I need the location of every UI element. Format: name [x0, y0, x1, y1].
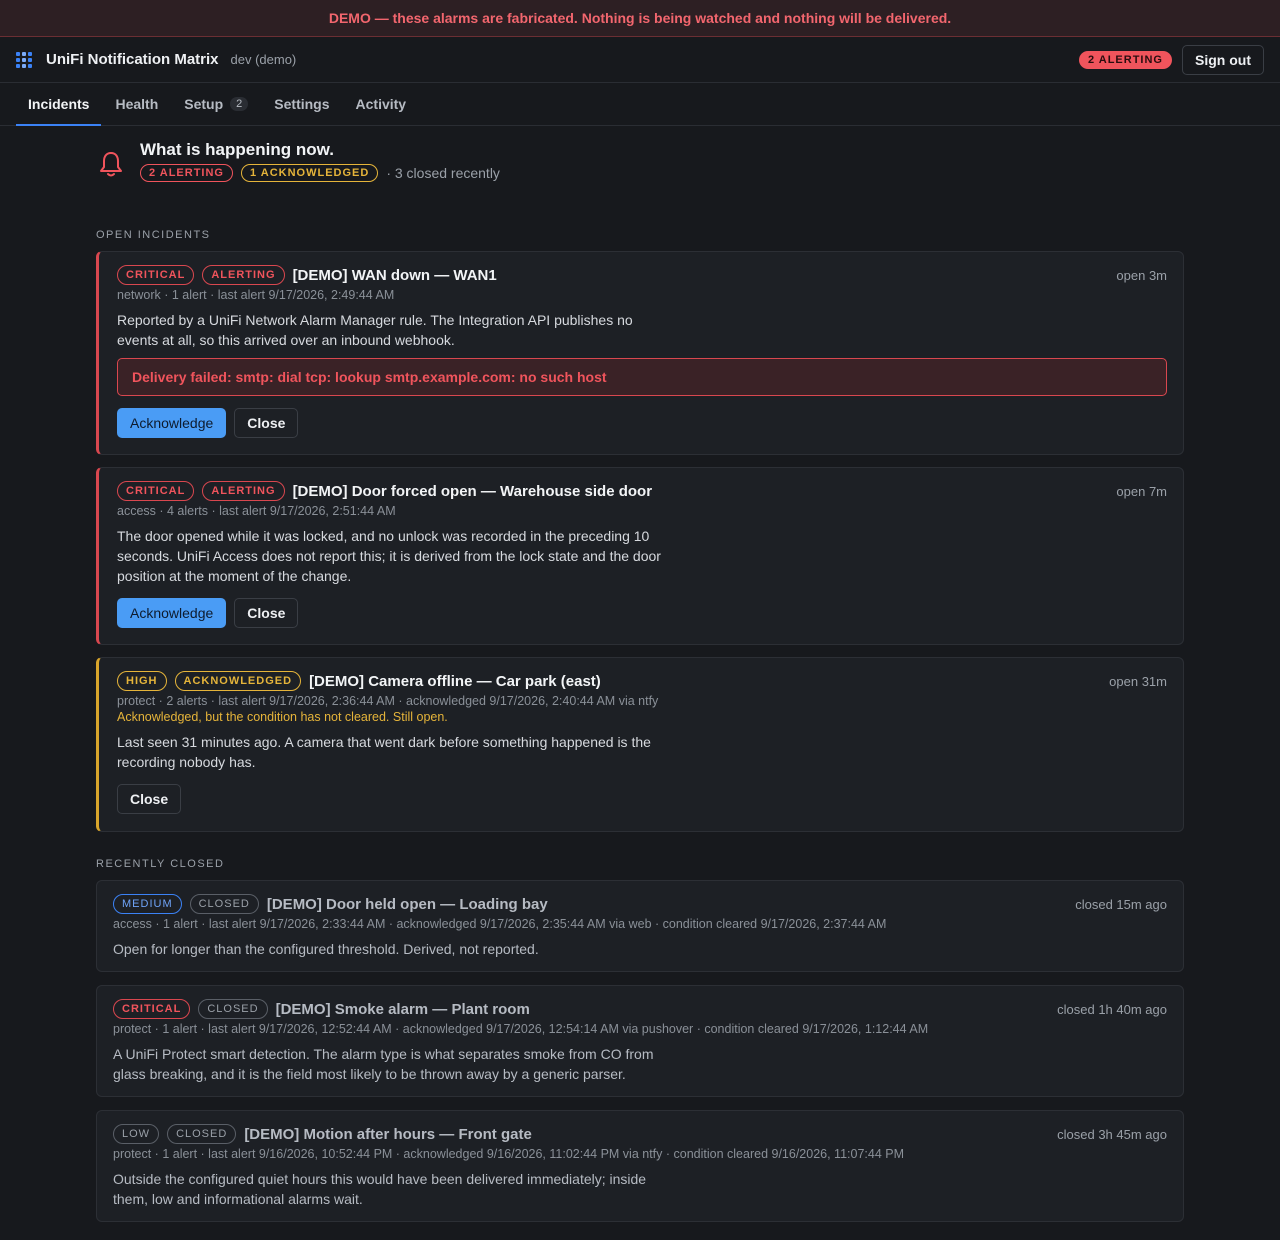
summary-title: What is happening now.: [140, 140, 334, 159]
incident-meta: network · 1 alert · last alert 9/17/2026…: [117, 288, 395, 302]
incident-meta: access · 1 alert · last alert 9/17/2026,…: [113, 917, 887, 931]
status-summary: What is happening now. 2 ALERTING 1 ACKN…: [96, 140, 1184, 200]
app-logo-icon: [16, 51, 32, 68]
acknowledge-button[interactable]: Acknowledge: [117, 408, 227, 438]
incident-card: CRITICAL ALERTING [DEMO] WAN down — WAN1…: [96, 251, 1184, 455]
tab-label: Health: [115, 96, 159, 112]
bell-icon: [98, 150, 126, 181]
state-badge: CLOSED: [198, 999, 268, 1019]
open-incidents-heading: OPEN INCIDENTS: [96, 229, 211, 241]
environment-label: dev (demo): [230, 52, 297, 67]
tab-label: Settings: [274, 96, 330, 112]
sign-out-button[interactable]: Sign out: [1182, 44, 1264, 75]
tab-label: Incidents: [28, 96, 90, 112]
alerting-summary-badge: 2 ALERTING: [140, 164, 233, 182]
tab-count-badge: 2: [230, 97, 249, 111]
closed-incident-card: LOW CLOSED [DEMO] Motion after hours — F…: [96, 1110, 1184, 1222]
incident-title: [DEMO] Motion after hours — Front gate: [244, 1125, 532, 1143]
incident-meta: protect · 2 alerts · last alert 9/17/202…: [117, 694, 659, 708]
incident-description: Last seen 31 minutes ago. A camera that …: [117, 734, 651, 770]
incident-description: Reported by a UniFi Network Alarm Manage…: [117, 312, 633, 348]
incident-title: [DEMO] Smoke alarm — Plant room: [275, 1000, 530, 1018]
state-badge: ALERTING: [202, 481, 285, 501]
acknowledged-summary-badge: 1 ACKNOWLEDGED: [241, 164, 379, 182]
incidents-page: What is happening now. 2 ALERTING 1 ACKN…: [96, 140, 1184, 1222]
tab-setup[interactable]: Setup 2: [172, 83, 260, 125]
main-tabs: Incidents Health Setup 2 Settings Activit…: [0, 83, 1280, 126]
acknowledge-button[interactable]: Acknowledge: [117, 598, 227, 628]
closed-age: closed 3h 45m ago: [1057, 1127, 1167, 1142]
delivery-failure-alert: Delivery failed: smtp: dial tcp: lookup …: [117, 358, 1167, 396]
incident-card: CRITICAL ALERTING [DEMO] Door forced ope…: [96, 467, 1184, 645]
incident-card: HIGH ACKNOWLEDGED [DEMO] Camera offline …: [96, 657, 1184, 832]
severity-badge: MEDIUM: [113, 894, 182, 914]
incident-description: A UniFi Protect smart detection. The ala…: [113, 1046, 654, 1082]
close-button[interactable]: Close: [234, 598, 299, 628]
incident-age: open 7m: [1116, 484, 1167, 499]
incident-title: [DEMO] WAN down — WAN1: [292, 266, 497, 284]
closed-incident-card: CRITICAL CLOSED [DEMO] Smoke alarm — Pla…: [96, 985, 1184, 1097]
state-badge: ACKNOWLEDGED: [174, 671, 302, 691]
tab-activity[interactable]: Activity: [344, 83, 419, 125]
severity-badge: CRITICAL: [117, 265, 195, 285]
incident-meta: protect · 1 alert · last alert 9/17/2026…: [113, 1022, 929, 1036]
severity-badge: CRITICAL: [113, 999, 191, 1019]
incident-age: open 3m: [1116, 268, 1167, 283]
recently-closed-heading: RECENTLY CLOSED: [96, 858, 225, 870]
severity-badge: CRITICAL: [117, 481, 195, 501]
incident-title: [DEMO] Door held open — Loading bay: [266, 895, 548, 913]
tab-health[interactable]: Health: [103, 83, 170, 125]
state-badge: CLOSED: [167, 1124, 237, 1144]
incident-age: open 31m: [1109, 674, 1167, 689]
app-title: UniFi Notification Matrix: [46, 51, 219, 68]
close-button[interactable]: Close: [234, 408, 299, 438]
incident-title: [DEMO] Camera offline — Car park (east): [309, 672, 601, 690]
incident-meta: protect · 1 alert · last alert 9/16/2026…: [113, 1147, 904, 1161]
tab-incidents[interactable]: Incidents: [16, 83, 102, 126]
incident-description: Outside the configured quiet hours this …: [113, 1171, 647, 1207]
tab-label: Setup: [184, 96, 224, 112]
tab-label: Activity: [355, 96, 407, 112]
closed-recently-text: · 3 closed recently: [386, 165, 500, 181]
closed-incident-card: MEDIUM CLOSED [DEMO] Door held open — Lo…: [96, 880, 1184, 972]
app-header: UniFi Notification Matrix dev (demo) 2 A…: [0, 37, 1280, 83]
severity-badge: LOW: [113, 1124, 160, 1144]
demo-banner: DEMO — these alarms are fabricated. Noth…: [0, 0, 1280, 37]
closed-age: closed 1h 40m ago: [1057, 1002, 1167, 1017]
incident-description: The door opened while it was locked, and…: [117, 528, 661, 584]
incident-meta: access · 4 alerts · last alert 9/17/2026…: [117, 504, 396, 518]
state-badge: CLOSED: [189, 894, 259, 914]
state-badge: ALERTING: [202, 265, 285, 285]
close-button[interactable]: Close: [117, 784, 182, 814]
incident-title: [DEMO] Door forced open — Warehouse side…: [292, 482, 653, 500]
incident-description: Open for longer than the configured thre…: [113, 941, 539, 957]
acknowledged-note: Acknowledged, but the condition has not …: [117, 710, 448, 724]
alerting-count-pill[interactable]: 2 ALERTING: [1079, 50, 1172, 69]
severity-badge: HIGH: [117, 671, 167, 691]
closed-age: closed 15m ago: [1075, 897, 1167, 912]
tab-settings[interactable]: Settings: [262, 83, 341, 125]
